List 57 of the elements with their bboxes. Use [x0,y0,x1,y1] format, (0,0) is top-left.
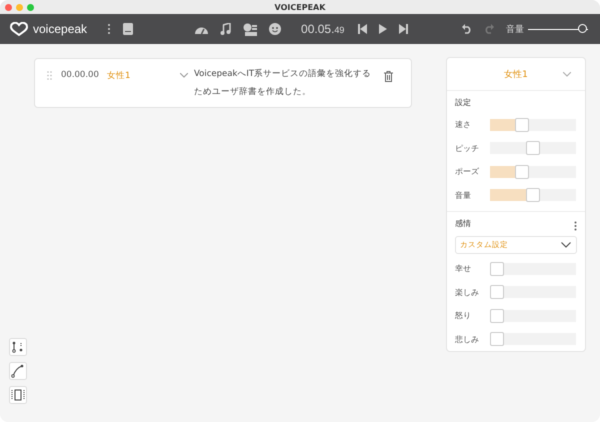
slider-track[interactable] [490,333,576,346]
clock-list-icon[interactable] [243,22,258,36]
chevron-down-icon[interactable] [180,73,188,78]
slider-thumb[interactable] [490,262,504,276]
block-text[interactable]: VoicepeakへIT系サービスの語彙を強化するためユーザ辞書を作成した。 [194,65,374,101]
bracket-select-icon[interactable] [9,386,27,404]
slider-label: 怒り [455,310,472,322]
slider-thumb[interactable] [526,141,540,156]
trash-icon[interactable] [384,71,393,82]
close-icon[interactable] [5,4,12,10]
music-note-icon[interactable] [220,23,232,35]
narrator-select[interactable]: 女性1 [504,68,528,80]
zoom-icon[interactable] [27,4,34,10]
volume-label: 音量 [506,24,524,36]
block-time: 00.00.00 [61,70,100,80]
skip-forward-icon[interactable] [399,24,408,34]
slider-thumb[interactable] [515,164,530,179]
window-title: VOICEPEAK [274,2,326,12]
slider-track[interactable] [490,142,576,154]
smiley-icon[interactable] [269,23,282,35]
slider-label: 幸せ [455,263,472,274]
redo-icon[interactable] [484,24,494,34]
playback-time: 00.05.49 [301,22,344,36]
slider-thumb[interactable] [490,285,504,300]
slider-thumb[interactable] [526,188,540,202]
slider-track[interactable] [490,262,576,275]
play-icon[interactable] [379,24,388,34]
volume-slider-thumb[interactable] [578,24,587,33]
slider-track[interactable] [490,189,576,202]
slider-track[interactable] [490,310,576,322]
chevron-down-icon [561,242,571,248]
slider-track[interactable] [490,118,576,131]
slider-label: 楽しみ [455,286,480,298]
drag-handle-icon[interactable] [47,71,52,80]
slider-thumb[interactable] [515,118,530,132]
more-icon[interactable] [107,23,112,35]
narrator-name[interactable]: 女性1 [107,70,180,82]
minimize-icon[interactable] [16,4,23,10]
settings-heading: 設定 [455,97,472,108]
slider-thumb[interactable] [490,308,504,323]
slider-label: 音量 [455,190,472,201]
curve-icon[interactable] [9,362,27,380]
chevron-down-icon[interactable] [563,72,571,76]
slider-label: 速さ [455,119,472,130]
skip-back-icon[interactable] [358,24,368,34]
slider-track[interactable] [490,166,576,178]
app-logo: voicepeak [33,22,88,36]
undo-icon[interactable] [462,24,472,34]
slider-label: 悲しみ [455,334,480,345]
book-icon[interactable] [123,23,134,35]
slider-track[interactable] [490,286,576,298]
more-icon[interactable] [574,221,577,231]
slider-thumb[interactable] [490,332,504,346]
pitch-points-icon[interactable] [9,338,27,356]
slider-label: ポーズ [455,166,480,178]
slider-label: ピッチ [455,142,480,154]
emotion-heading: 感情 [455,218,471,229]
